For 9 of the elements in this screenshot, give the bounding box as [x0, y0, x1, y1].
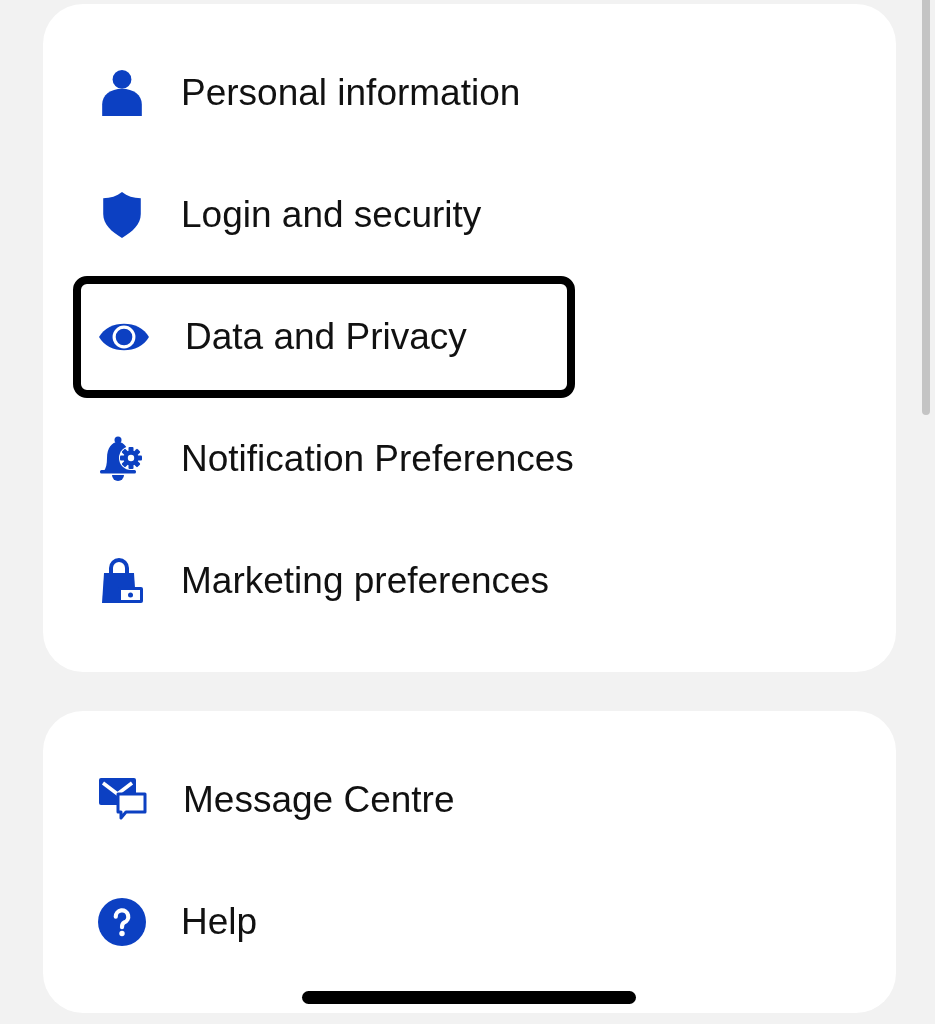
menu-item[interactable]: Data and Privacy — [73, 276, 575, 398]
menu-item[interactable]: Message Centre — [73, 739, 563, 861]
scrollbar-thumb[interactable] — [922, 0, 930, 415]
menu-item[interactable]: Notification Preferences — [73, 398, 682, 520]
help-icon — [98, 898, 146, 946]
menu-item[interactable]: Personal information — [73, 32, 629, 154]
menu-item[interactable]: Login and security — [73, 154, 590, 276]
menu-item[interactable]: Help — [73, 861, 366, 983]
menu-item[interactable]: Marketing preferences — [73, 520, 658, 642]
